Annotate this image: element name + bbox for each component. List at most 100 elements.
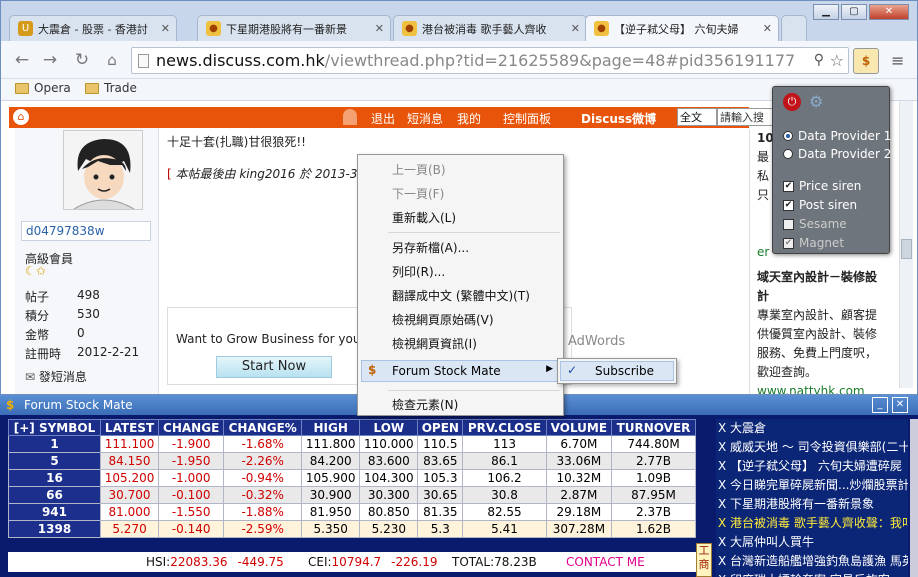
menu-forum-stock-mate[interactable]: $ Forum Stock Mate ▶ xyxy=(361,360,560,382)
stock-cell: 1.09B xyxy=(611,469,696,487)
menu-translate[interactable]: 翻譯成中文 (繁體中文)(T) xyxy=(392,287,530,304)
stock-row[interactable]: 1398 5.270 -0.140 -2.59% 5.350 5.230 5.3 5.41 30… xyxy=(8,520,696,538)
nav-messages[interactable]: 短消息 xyxy=(407,110,443,127)
search-scope-select[interactable]: 全文 xyxy=(677,108,717,126)
minimize-button[interactable]: ▁ xyxy=(813,4,839,20)
price-siren-checkbox[interactable]: ✔ Price siren xyxy=(783,179,861,193)
menu-reload[interactable]: 重新載入(L) xyxy=(392,209,456,226)
stock-mate-submenu: ✓ Subscribe xyxy=(557,358,677,384)
menu-inspect[interactable]: 檢查元素(N) xyxy=(392,396,458,413)
power-icon[interactable]: ⏻ xyxy=(783,93,801,111)
news-item[interactable]: X 威威天地 ～ 司令投資俱樂部(二十 xyxy=(716,438,908,457)
hsi-value: 22083.36 xyxy=(170,555,228,569)
stock-cell: 86.1 xyxy=(462,452,547,470)
subscribe-item[interactable]: ✓ Subscribe xyxy=(560,361,674,381)
menu-back[interactable]: 上一頁(B) xyxy=(392,161,446,178)
stock-row[interactable]: 66 30.700 -0.100 -0.32% 30.900 30.300 30.65 30.… xyxy=(8,486,696,504)
folder-icon xyxy=(15,82,29,94)
news-scrollbar[interactable] xyxy=(910,419,918,577)
menu-separator xyxy=(388,232,560,233)
close-icon[interactable]: ✕ xyxy=(161,22,170,35)
stock-cell: 1398 xyxy=(8,520,101,538)
stock-mate-icon: $ xyxy=(368,363,377,377)
avatar[interactable] xyxy=(63,130,143,210)
stock-row[interactable]: 941 81.000 -1.550 -1.88% 81.950 80.850 81.35 82… xyxy=(8,503,696,521)
ad-heading[interactable]: 域天室內設計－裝修設計 xyxy=(757,268,877,306)
data-provider-1-radio[interactable]: Data Provider 1 xyxy=(783,129,891,143)
option-label: Price siren xyxy=(799,179,862,193)
menu-forward[interactable]: 下一頁(F) xyxy=(392,185,444,202)
menu-print[interactable]: 列印(R)... xyxy=(392,263,445,280)
stock-row[interactable]: 5 84.150 -1.950 -2.26% 84.200 83.600 83.65 86.1… xyxy=(8,452,696,470)
forward-button[interactable]: → xyxy=(39,49,61,71)
nav-control-panel[interactable]: 控制面板 xyxy=(503,110,551,127)
back-button[interactable]: ← xyxy=(11,49,33,71)
tab-1[interactable]: U 大震倉 - 股票 - 香港討論 ✕ xyxy=(9,15,177,41)
ad-text: Want to Grow Business for your W xyxy=(176,332,382,346)
magnet-checkbox[interactable]: ✔ Magnet xyxy=(783,236,844,250)
column-header[interactable]: [+] SYMBOL xyxy=(8,419,101,436)
edit-note-bracket: [ xyxy=(167,167,176,181)
news-item[interactable]: X 台灣新造船艦增強釣魚島護漁 馬英 xyxy=(716,552,908,571)
checkbox-icon xyxy=(783,218,794,230)
data-provider-2-radio[interactable]: Data Provider 2 xyxy=(783,147,891,161)
discuss-tab-icon: ● xyxy=(206,21,221,36)
maximize-button[interactable]: ▢ xyxy=(841,4,867,20)
sesame-checkbox[interactable]: Sesame xyxy=(783,217,847,231)
news-item[interactable]: X 印度瑞士嫖輪姦案 官員斥旅客 xyxy=(716,571,908,577)
tab-4-active[interactable]: ● 【逆子弒父母】 六旬夫婦 ✕ xyxy=(585,15,779,41)
menu-icon[interactable]: ≡ xyxy=(891,51,904,70)
close-window-button[interactable]: ✕ xyxy=(869,4,909,20)
menu-view-source[interactable]: 檢視網頁原始碼(V) xyxy=(392,311,494,328)
ad-body: 專業室內設計、顧客提供優質室內設計、裝修服務、免費上門度呎，歡迎查詢。 xyxy=(757,308,878,379)
new-tab-button[interactable] xyxy=(781,15,807,41)
reload-button[interactable]: ↻ xyxy=(71,49,93,71)
search-icon[interactable]: ⚲ xyxy=(814,48,824,73)
bookmark-opera[interactable]: Opera xyxy=(15,81,71,95)
scrollbar-thumb[interactable] xyxy=(901,239,912,259)
news-item[interactable]: X 【逆子弒父母】 六旬夫婦遭碎屍 xyxy=(716,457,908,476)
author-sidebar: d04797838w 高級會員 ☾✩ 帖子 498 積分 530 金幣 0 註冊時 20… xyxy=(15,128,159,394)
username-link[interactable]: d04797838w xyxy=(21,221,151,241)
nav-logout[interactable]: 退出 xyxy=(371,110,395,127)
home-button[interactable]: ⌂ xyxy=(101,49,123,71)
news-item[interactable]: X 大屌仲叫人買牛 xyxy=(716,533,908,552)
star-icon[interactable]: ☆ xyxy=(830,48,844,73)
ad-link[interactable]: www.nattyhk.com xyxy=(757,382,897,394)
home-icon[interactable]: ⌂ xyxy=(13,109,29,125)
column-header: LATEST xyxy=(99,419,160,436)
nav-mine[interactable]: 我的 xyxy=(457,110,481,127)
news-item[interactable]: X 大震倉 xyxy=(716,419,908,438)
start-now-button[interactable]: Start Now xyxy=(216,356,332,378)
nav-weibo[interactable]: Discuss微博 xyxy=(581,110,656,127)
close-icon[interactable]: ✕ xyxy=(763,22,772,35)
minimize-button[interactable]: _ xyxy=(872,397,888,413)
close-icon[interactable]: ✕ xyxy=(375,22,384,35)
stock-cell: 81.35 xyxy=(417,503,464,521)
site-search-input[interactable]: 請輸入搜 xyxy=(717,108,777,126)
side-vertical-button[interactable]: 工商 xyxy=(696,543,712,577)
stock-cell: 110.000 xyxy=(359,435,419,453)
news-item[interactable]: X 港台被消毒 歌手藝人齊收聲：我叫 xyxy=(716,514,908,533)
news-item[interactable]: X 今日睇完單碎屍新聞...炒爛股票計 xyxy=(716,476,908,495)
news-item[interactable]: X 下星期港股將有一番新景象 xyxy=(716,495,908,514)
gear-icon[interactable]: ⚙ xyxy=(809,92,823,111)
stat-label: 帖子 xyxy=(25,290,50,304)
bookmark-trade[interactable]: Trade xyxy=(85,81,137,95)
stock-mate-extension-icon[interactable]: $ xyxy=(853,48,879,74)
close-button[interactable]: ✕ xyxy=(892,397,908,413)
menu-page-info[interactable]: 檢視網頁資訊(I) xyxy=(392,335,477,352)
tab-2[interactable]: ● 下星期港股將有一番新景 ✕ xyxy=(197,15,391,41)
close-icon[interactable]: ✕ xyxy=(571,22,580,35)
tab-title: 港台被消毒 歌手藝人齊收 xyxy=(422,22,547,36)
post-siren-checkbox[interactable]: ✔ Post siren xyxy=(783,198,857,212)
checkbox-icon: ✔ xyxy=(783,199,794,211)
stock-row[interactable]: 16 105.200 -1.000 -0.94% 105.900 104.300 105.3… xyxy=(8,469,696,487)
address-bar[interactable]: news.discuss.com.hk/viewthread.php?tid=2… xyxy=(131,47,849,74)
menu-save-as[interactable]: 另存新檔(A)... xyxy=(392,239,469,256)
page-scrollbar[interactable] xyxy=(899,101,913,388)
send-message-link[interactable]: ✉ 發短消息 xyxy=(25,368,87,385)
contact-me-link[interactable]: CONTACT ME xyxy=(566,552,645,572)
tab-3[interactable]: ● 港台被消毒 歌手藝人齊收 ✕ xyxy=(393,15,587,41)
stock-row[interactable]: 1 111.100 -1.900 -1.68% 111.800 110.000 110.5 1… xyxy=(8,435,696,453)
